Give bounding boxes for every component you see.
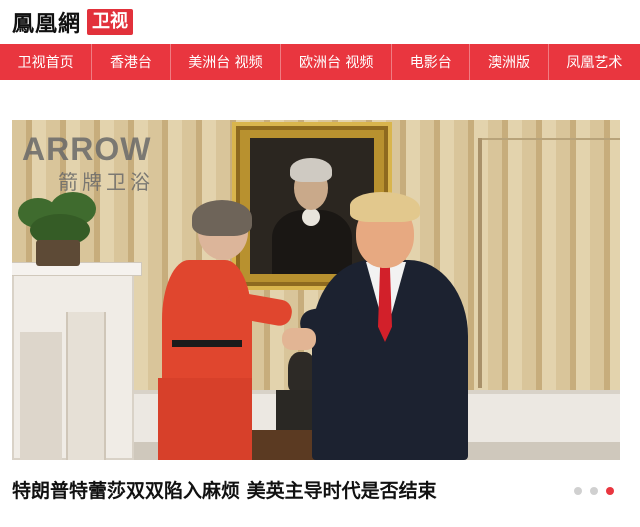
potted-plant [14,192,106,266]
carousel-dot-3-active[interactable] [606,487,614,495]
site-logo[interactable]: 鳳凰網 卫视 [12,6,134,38]
curtain-rod [480,138,620,140]
carousel-dots [574,487,614,495]
site-header: 鳳凰網 卫视 [0,0,640,44]
curtain-post [478,138,482,388]
nav-item-hongkong[interactable]: 香港台 [92,44,171,80]
ad-brand: ARROW [22,131,152,167]
mantel-pillar [66,312,106,460]
nav-item-australia[interactable]: 澳洲版 [470,44,549,80]
hero-slide-image[interactable]: ARROW 箭牌卫浴 [12,120,620,460]
ad-brand-cn: 箭牌卫浴 [58,170,154,194]
person-right-hair [350,192,420,222]
nav-item-home[interactable]: 卫视首页 [0,44,93,80]
person-right-tie [378,266,392,342]
nav-item-europe[interactable]: 欧洲台 视频 [281,44,393,80]
main-nav: 卫视首页 香港台 美洲台 视频 欧洲台 视频 电影台 澳洲版 凤凰艺术 [0,44,640,80]
logo-text: 鳳凰網 [12,11,82,37]
fireplace-opening [20,332,62,460]
hero-caption-link[interactable]: 特朗普特蕾莎双双陷入麻烦 美英主导时代是否结束 [12,474,532,508]
carousel-dot-1[interactable] [574,487,582,495]
person-left-skirt [158,378,252,460]
nav-item-art[interactable]: 凤凰艺术 [549,44,640,80]
nav-item-movie[interactable]: 电影台 [392,44,471,80]
fireplace-mantel [12,262,142,460]
carousel-dot-2[interactable] [590,487,598,495]
person-left-belt [172,340,242,347]
portrait-cravat [302,208,320,226]
nav-item-americas[interactable]: 美洲台 视频 [171,44,282,80]
plant-pot [36,240,80,266]
ad-watermark: ARROW 箭牌卫浴 [22,132,182,195]
handshake [282,328,316,350]
portrait-hair [290,158,332,182]
channel-badge: 卫视 [87,9,134,35]
person-left-hair [192,200,252,236]
spacer [0,80,640,120]
